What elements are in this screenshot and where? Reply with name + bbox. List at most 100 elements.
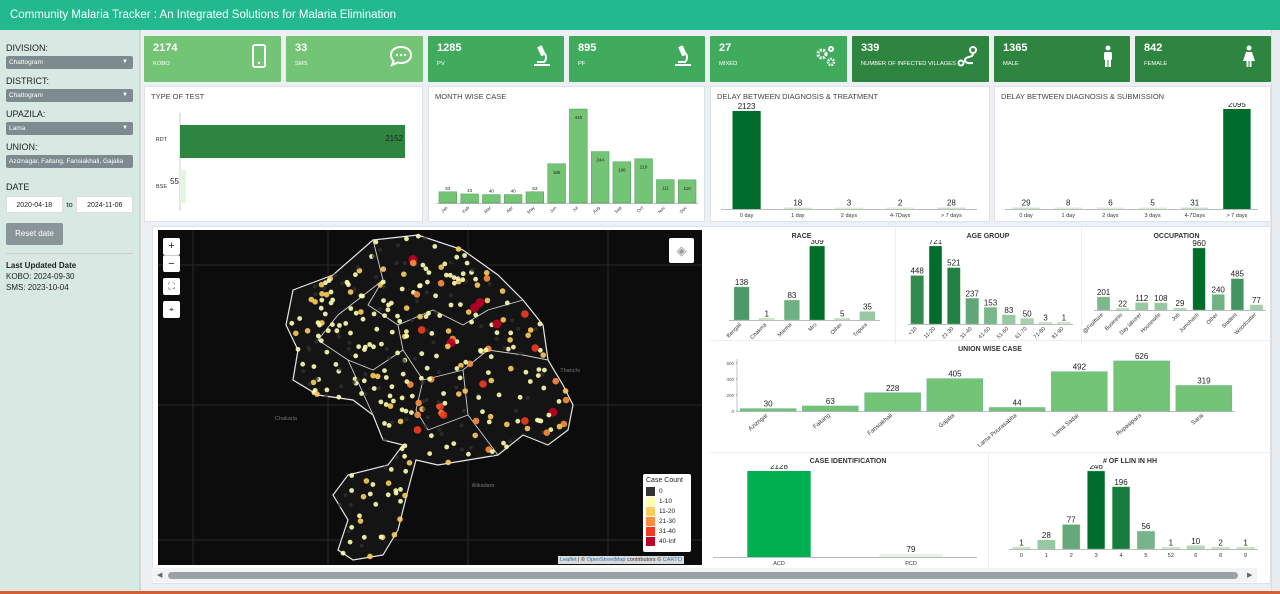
case-point[interactable] xyxy=(311,364,317,369)
case-point[interactable] xyxy=(373,501,379,507)
case-point[interactable] xyxy=(333,362,339,367)
bar[interactable] xyxy=(1097,296,1110,311)
case-point[interactable] xyxy=(397,418,404,425)
carto-link[interactable]: CARTO xyxy=(663,557,682,563)
bar[interactable] xyxy=(910,275,924,325)
bar[interactable] xyxy=(1250,304,1263,311)
case-point[interactable] xyxy=(397,318,403,324)
case-point[interactable] xyxy=(525,395,530,400)
bar[interactable] xyxy=(1137,531,1155,550)
case-point[interactable] xyxy=(355,265,360,270)
case-point[interactable] xyxy=(437,280,445,287)
case-point[interactable] xyxy=(381,284,386,289)
case-point[interactable] xyxy=(504,421,510,428)
bar[interactable] xyxy=(784,299,800,321)
case-point[interactable] xyxy=(434,353,439,359)
case-point[interactable] xyxy=(421,399,426,404)
case-point[interactable] xyxy=(396,243,401,248)
case-point[interactable] xyxy=(333,273,338,278)
case-point[interactable] xyxy=(363,372,368,377)
case-point[interactable] xyxy=(339,384,344,389)
case-point[interactable] xyxy=(429,331,435,336)
case-point[interactable] xyxy=(319,297,325,303)
case-point[interactable] xyxy=(371,311,377,317)
case-point[interactable] xyxy=(439,431,444,436)
reset-view-icon[interactable]: ⌖ xyxy=(163,301,180,318)
case-point[interactable] xyxy=(417,326,426,334)
case-point[interactable] xyxy=(358,293,364,299)
case-point[interactable] xyxy=(483,347,489,353)
bar[interactable] xyxy=(1138,207,1167,210)
bar[interactable] xyxy=(1181,207,1209,210)
case-point[interactable] xyxy=(423,266,429,272)
case-point[interactable] xyxy=(388,300,394,306)
bar[interactable] xyxy=(1020,318,1034,325)
case-point[interactable] xyxy=(382,313,387,318)
case-point[interactable] xyxy=(404,329,409,334)
bar[interactable] xyxy=(1054,207,1082,210)
map-canvas[interactable]: Thanchi Chakaria Alikadam xyxy=(158,230,702,565)
case-point[interactable] xyxy=(537,321,543,327)
case-point[interactable] xyxy=(562,388,569,394)
case-point[interactable] xyxy=(464,260,470,266)
scrollbar-thumb[interactable] xyxy=(168,572,1238,579)
case-point[interactable] xyxy=(359,543,364,548)
case-point[interactable] xyxy=(347,539,353,545)
case-point[interactable] xyxy=(521,310,529,318)
case-point[interactable] xyxy=(460,277,466,283)
case-point[interactable] xyxy=(387,403,394,409)
case-point[interactable] xyxy=(507,337,513,343)
case-point[interactable] xyxy=(379,341,384,347)
case-point[interactable] xyxy=(399,395,405,401)
bar[interactable] xyxy=(834,207,864,210)
case-point[interactable] xyxy=(399,407,405,413)
case-point[interactable] xyxy=(373,239,379,245)
case-point[interactable] xyxy=(347,289,354,295)
case-point[interactable] xyxy=(448,260,453,265)
case-point[interactable] xyxy=(289,320,295,326)
case-point[interactable] xyxy=(429,433,434,439)
bar[interactable] xyxy=(438,191,457,204)
case-point[interactable] xyxy=(445,343,451,350)
bar[interactable] xyxy=(1236,547,1255,550)
bar[interactable] xyxy=(1230,278,1244,311)
case-point[interactable] xyxy=(317,322,322,328)
case-point[interactable] xyxy=(334,328,340,334)
case-point[interactable] xyxy=(357,513,362,519)
case-point[interactable] xyxy=(444,272,449,278)
case-point[interactable] xyxy=(517,394,523,400)
case-point[interactable] xyxy=(494,337,499,341)
case-point[interactable] xyxy=(454,385,459,390)
case-point[interactable] xyxy=(398,487,403,492)
case-point[interactable] xyxy=(442,261,448,267)
case-point[interactable] xyxy=(424,290,429,295)
case-point[interactable] xyxy=(357,518,364,524)
bar[interactable] xyxy=(1113,360,1170,412)
leaflet-link[interactable]: Leaflet xyxy=(560,557,577,563)
case-point[interactable] xyxy=(524,425,531,432)
case-point[interactable] xyxy=(353,310,359,316)
case-point[interactable] xyxy=(463,359,469,365)
case-point[interactable] xyxy=(395,350,400,356)
case-point[interactable] xyxy=(409,318,414,323)
case-point[interactable] xyxy=(413,426,422,434)
case-point[interactable] xyxy=(402,358,406,363)
upazila-select[interactable]: Lama ▼ xyxy=(6,122,133,135)
case-point[interactable] xyxy=(454,254,460,260)
bar[interactable] xyxy=(886,207,915,210)
case-point[interactable] xyxy=(351,380,356,385)
case-point[interactable] xyxy=(348,502,353,507)
case-point[interactable] xyxy=(456,391,462,397)
case-point[interactable] xyxy=(399,286,405,292)
bar[interactable] xyxy=(1116,308,1130,311)
bar[interactable] xyxy=(983,307,998,325)
case-point[interactable] xyxy=(476,395,482,400)
case-point[interactable] xyxy=(318,305,324,311)
case-point[interactable] xyxy=(310,379,317,386)
scroll-right-icon[interactable]: ▶ xyxy=(1247,571,1252,579)
bar[interactable] xyxy=(947,267,961,325)
case-point[interactable] xyxy=(515,418,521,424)
case-point[interactable] xyxy=(439,411,448,419)
case-point[interactable] xyxy=(380,266,387,272)
case-point[interactable] xyxy=(400,371,406,377)
